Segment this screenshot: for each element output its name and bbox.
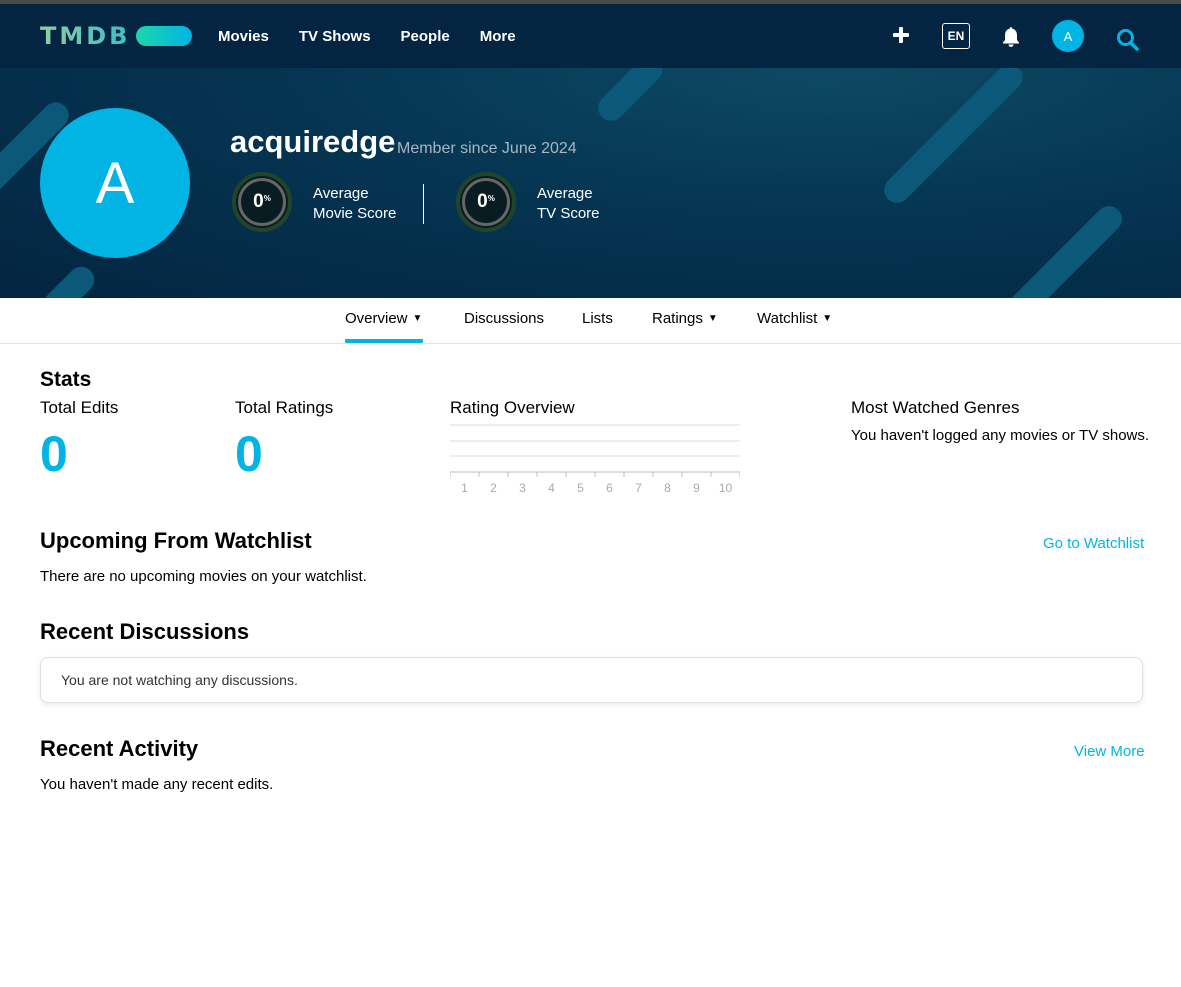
total-ratings-value: 0 — [235, 426, 263, 482]
tab-ratings-label: Ratings — [652, 310, 703, 327]
rating-overview-label: Rating Overview — [450, 398, 575, 417]
nav-movies[interactable]: Movies — [218, 28, 269, 45]
rating-tick-label: 2 — [490, 481, 497, 495]
nav-more[interactable]: More — [480, 28, 516, 45]
caret-down-icon: ▼ — [822, 313, 833, 324]
bell-icon[interactable] — [1001, 26, 1021, 48]
tab-watchlist[interactable]: Watchlist ▼ — [757, 310, 832, 327]
tmdb-logo[interactable]: TMDB — [40, 22, 193, 50]
profile-header: A acquiredge Member since June 2024 0% A… — [0, 68, 1181, 298]
genres-label: Most Watched Genres — [851, 398, 1020, 417]
user-avatar-button[interactable]: A — [1052, 20, 1084, 52]
rating-tick-label: 6 — [606, 481, 613, 495]
decorative-stripe — [878, 68, 1029, 209]
rating-tick-label: 5 — [577, 481, 584, 495]
nav-people[interactable]: People — [401, 28, 450, 45]
tab-lists-label: Lists — [582, 310, 613, 327]
nav-tv-shows[interactable]: TV Shows — [299, 28, 371, 45]
movie-score-unit: % — [263, 193, 271, 203]
discussions-card: You are not watching any discussions. — [40, 657, 1143, 703]
profile-tabs: Overview ▼ Discussions Lists Ratings ▼ Wat… — [0, 298, 1181, 344]
main-nav: Movies TV Shows People More — [218, 4, 546, 68]
tab-overview[interactable]: Overview ▼ — [345, 310, 422, 327]
tab-ratings[interactable]: Ratings ▼ — [652, 310, 718, 327]
profile-username: acquiredge — [230, 124, 396, 159]
tv-score-ring: 0% — [456, 172, 516, 232]
upcoming-empty-text: There are no upcoming movies on your wat… — [40, 568, 367, 585]
activity-heading: Recent Activity — [40, 736, 199, 761]
caret-down-icon: ▼ — [707, 313, 718, 324]
top-navbar: TMDB Movies TV Shows People More EN A — [0, 4, 1181, 68]
total-ratings-label: Total Ratings — [235, 398, 334, 417]
search-icon[interactable] — [1116, 28, 1140, 52]
total-edits-label: Total Edits — [40, 398, 119, 417]
view-more-link[interactable]: View More — [1074, 743, 1145, 760]
plus-icon[interactable] — [890, 24, 912, 46]
tv-score-label-line2: TV Score — [537, 205, 600, 222]
movie-score-ring: 0% — [232, 172, 292, 232]
language-button[interactable]: EN — [942, 23, 970, 49]
total-edits-value: 0 — [40, 426, 68, 482]
movie-score-value: 0 — [253, 191, 264, 212]
rating-tick-label: 7 — [635, 481, 642, 495]
decorative-stripe — [38, 261, 100, 298]
score-divider — [423, 184, 424, 224]
upcoming-heading: Upcoming From Watchlist — [40, 528, 312, 553]
active-tab-indicator — [345, 339, 423, 343]
tab-discussions[interactable]: Discussions — [464, 310, 544, 327]
tv-score-value: 0 — [477, 191, 488, 212]
rating-tick-label: 1 — [461, 481, 468, 495]
rating-overview-chart: 1 2 3 4 5 6 7 8 9 10 — [450, 424, 740, 495]
movie-score-label-line2: Movie Score — [313, 205, 397, 222]
tv-score-unit: % — [487, 193, 495, 203]
logo-pill-shape — [136, 26, 193, 46]
discussions-heading: Recent Discussions — [40, 619, 250, 644]
go-to-watchlist-link[interactable]: Go to Watchlist — [1043, 535, 1144, 552]
tab-overview-label: Overview — [345, 310, 408, 327]
tv-score-label: Average TV Score — [537, 184, 600, 224]
profile-avatar[interactable]: A — [40, 108, 190, 258]
rating-tick-label: 8 — [664, 481, 671, 495]
rating-tick-label: 10 — [719, 481, 733, 495]
rating-tick-label: 4 — [548, 481, 555, 495]
member-since: Member since June 2024 — [397, 140, 577, 157]
genres-empty-text: You haven't logged any movies or TV show… — [851, 427, 1150, 444]
decorative-stripe — [592, 68, 668, 127]
caret-down-icon: ▼ — [412, 313, 423, 324]
activity-empty-text: You haven't made any recent edits. — [40, 776, 274, 793]
tab-discussions-label: Discussions — [464, 310, 545, 327]
tv-score-label-line1: Average — [537, 185, 593, 202]
logo-text: TMDB — [40, 22, 131, 50]
rating-tick-label: 9 — [693, 481, 700, 495]
tab-watchlist-label: Watchlist — [757, 310, 818, 327]
decorative-stripe — [995, 200, 1128, 298]
movie-score-label: Average Movie Score — [313, 184, 396, 224]
tab-lists[interactable]: Lists — [582, 310, 613, 327]
stats-heading: Stats — [40, 368, 92, 391]
discussions-empty-text: You are not watching any discussions. — [61, 672, 298, 688]
movie-score-label-line1: Average — [313, 185, 369, 202]
rating-tick-label: 3 — [519, 481, 526, 495]
